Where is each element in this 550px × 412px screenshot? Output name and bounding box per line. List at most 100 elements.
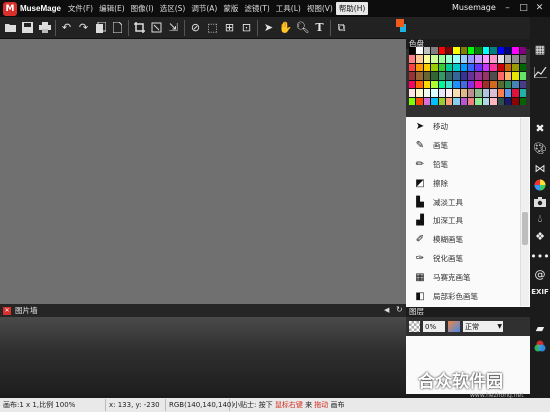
color-swatch[interactable] — [460, 89, 467, 97]
color-swatch[interactable] — [423, 80, 431, 89]
menu-view[interactable]: 视图(V) — [304, 2, 336, 15]
color-swatch[interactable] — [512, 97, 519, 105]
grid-view-icon[interactable]: ▦ — [530, 40, 550, 58]
color-swatch[interactable] — [453, 97, 460, 105]
color-swatch[interactable] — [445, 63, 453, 72]
color-swatch[interactable] — [468, 47, 475, 55]
color-swatch[interactable] — [431, 72, 438, 80]
tool-item[interactable]: ◧ 局部彩色画笔 — [406, 287, 530, 306]
color-swatch[interactable] — [431, 97, 438, 105]
pattern-icon[interactable]: ❖ — [530, 227, 550, 245]
color-swatch[interactable] — [438, 72, 445, 80]
color-swatch[interactable] — [445, 47, 453, 55]
color-swatch[interactable] — [431, 55, 438, 63]
color-swatch[interactable] — [519, 63, 526, 72]
color-swatch[interactable] — [504, 97, 512, 105]
tool-item[interactable]: ◩ 擦除 — [406, 174, 530, 193]
color-swatch[interactable] — [468, 97, 475, 105]
color-swatch[interactable] — [468, 55, 475, 63]
color-swatch[interactable] — [482, 72, 490, 80]
color-swatch[interactable] — [468, 63, 475, 72]
select-expand-icon[interactable]: ⊡ — [238, 19, 255, 36]
paste-icon[interactable] — [109, 19, 126, 36]
close-gallery-icon[interactable]: ✕ — [3, 306, 11, 315]
tool-item[interactable]: ▙ 减淡工具 — [406, 193, 530, 212]
color-swatch[interactable] — [512, 89, 519, 97]
palette-icon[interactable]: 🎨︎ — [530, 139, 550, 157]
hand-icon[interactable]: ✋ — [277, 19, 294, 36]
menu-image[interactable]: 图像(I) — [128, 2, 157, 15]
color-swatch[interactable] — [504, 80, 512, 89]
color-swatch[interactable] — [475, 80, 482, 89]
menu-help[interactable]: 帮助(H) — [335, 2, 369, 15]
color-swatch[interactable] — [416, 97, 423, 105]
color-swatch[interactable] — [475, 89, 482, 97]
opacity-field[interactable]: 0% — [423, 321, 445, 332]
tool-item[interactable]: ✑ 锐化画笔 — [406, 249, 530, 268]
color-swatch[interactable] — [409, 97, 416, 105]
color-swatch[interactable] — [416, 72, 423, 80]
color-swatch[interactable] — [519, 89, 526, 97]
color-swatch[interactable] — [504, 55, 512, 63]
crop-icon[interactable] — [131, 19, 148, 36]
color-swatch[interactable] — [445, 80, 453, 89]
color-swatch[interactable] — [482, 47, 490, 55]
color-wheel-icon[interactable] — [530, 176, 550, 194]
color-swatch[interactable] — [445, 89, 453, 97]
color-swatch[interactable] — [512, 63, 519, 72]
color-swatch[interactable] — [431, 89, 438, 97]
color-swatch[interactable] — [460, 63, 467, 72]
color-swatch[interactable] — [453, 89, 460, 97]
color-swatch[interactable] — [423, 63, 431, 72]
tool-item[interactable]: ▦ 马赛克画笔 — [406, 268, 530, 287]
rotate-icon[interactable] — [148, 19, 165, 36]
zoom-icon[interactable]: 🔍︎ — [294, 19, 311, 36]
color-swatch[interactable] — [475, 97, 482, 105]
color-swatch[interactable] — [490, 47, 497, 55]
color-swatch[interactable] — [490, 80, 497, 89]
select-add-icon[interactable]: ⊞ — [221, 19, 238, 36]
redo-icon[interactable]: ↷ — [75, 19, 92, 36]
color-swatch[interactable] — [482, 55, 490, 63]
color-swatch[interactable] — [416, 89, 423, 97]
color-swatch[interactable] — [468, 72, 475, 80]
color-swatch[interactable] — [409, 89, 416, 97]
color-swatch[interactable] — [423, 97, 431, 105]
color-swatch[interactable] — [453, 55, 460, 63]
color-swatch[interactable] — [468, 89, 475, 97]
undo-icon[interactable]: ↶ — [58, 19, 75, 36]
color-swatch[interactable] — [512, 80, 519, 89]
color-swatch[interactable] — [460, 72, 467, 80]
color-swatch[interactable] — [497, 72, 504, 80]
color-swatch[interactable] — [460, 47, 467, 55]
tool-item[interactable]: ✐ 模糊画笔 — [406, 230, 530, 249]
color-swatch[interactable] — [512, 47, 519, 55]
at-icon[interactable]: @ — [530, 265, 550, 283]
color-swatch[interactable] — [504, 63, 512, 72]
color-swatch[interactable] — [490, 63, 497, 72]
color-swatch[interactable] — [445, 97, 453, 105]
color-swatch[interactable] — [490, 97, 497, 105]
color-swatch[interactable] — [409, 47, 416, 55]
text-icon[interactable]: T — [311, 19, 328, 36]
tool-item[interactable]: ✏ 铅笔 — [406, 155, 530, 174]
tool-item[interactable]: ▟ 加深工具 — [406, 211, 530, 230]
color-swatch[interactable] — [519, 55, 526, 63]
color-swatch[interactable] — [409, 80, 416, 89]
color-swatch[interactable] — [423, 89, 431, 97]
color-swatch[interactable] — [431, 63, 438, 72]
color-swatch[interactable] — [431, 47, 438, 55]
gallery-area[interactable] — [0, 317, 406, 395]
color-swatch[interactable] — [438, 47, 445, 55]
save-icon[interactable] — [19, 19, 36, 36]
color-swatch[interactable] — [409, 63, 416, 72]
color-swatch[interactable] — [504, 47, 512, 55]
tool-item[interactable]: ✎ 画笔 — [406, 136, 530, 155]
close-button[interactable]: ✕ — [532, 2, 547, 14]
color-swatch[interactable] — [453, 80, 460, 89]
color-swatch[interactable] — [468, 80, 475, 89]
tool-item[interactable]: ➤ 移动 — [406, 117, 530, 136]
color-swatch[interactable] — [453, 72, 460, 80]
color-swatch[interactable] — [475, 72, 482, 80]
color-swatch[interactable] — [416, 63, 423, 72]
